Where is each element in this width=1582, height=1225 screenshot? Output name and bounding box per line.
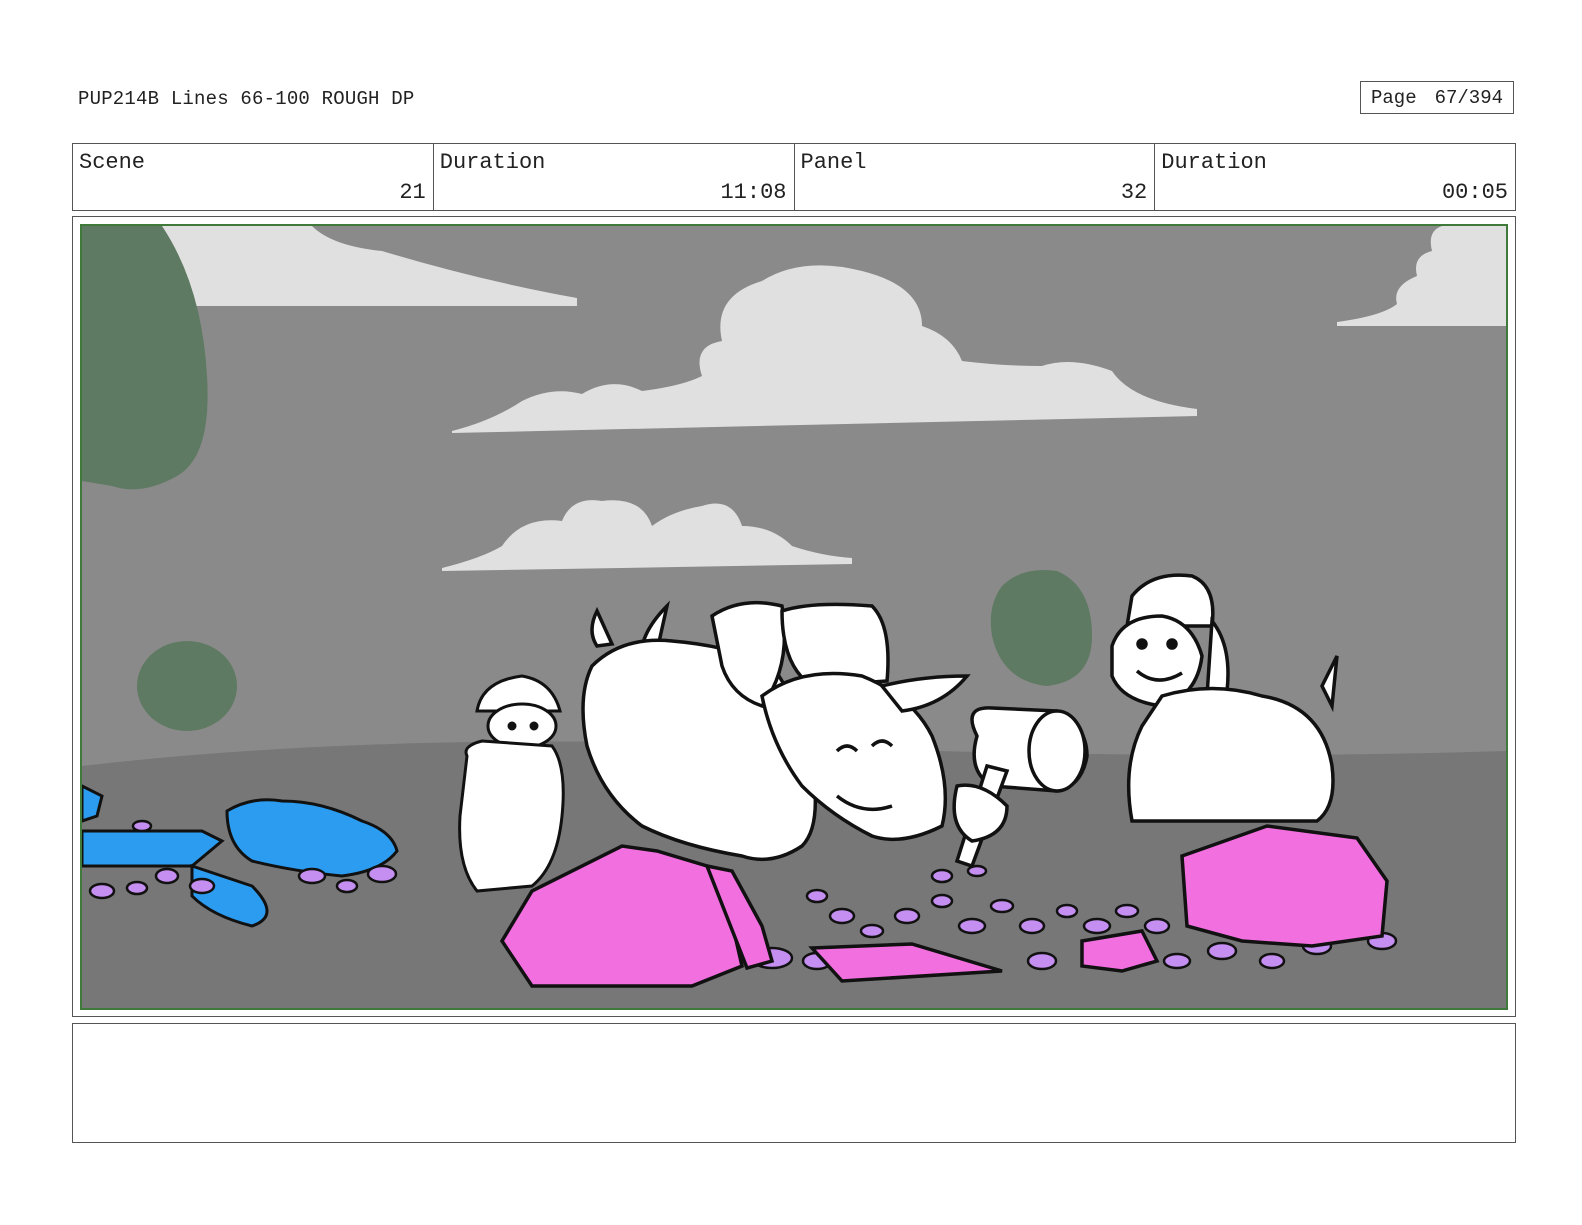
scene-duration-value: 11:08: [720, 180, 787, 205]
document-title: PUP214B Lines 66-100 ROUGH DP: [78, 88, 415, 110]
bush-left: [137, 641, 237, 731]
panel-duration-cell: Duration 00:05: [1155, 144, 1515, 210]
panel-info-row: Scene 21 Duration 11:08 Panel 32 Duratio…: [72, 143, 1516, 211]
panel-cell: Panel 32: [795, 144, 1156, 210]
scene-duration-cell: Duration 11:08: [434, 144, 795, 210]
scene-label: Scene: [79, 150, 146, 175]
panel-value: 32: [1120, 180, 1148, 205]
scene-duration-label: Duration: [439, 150, 546, 175]
storyboard-panel-image: [80, 224, 1508, 1010]
page-number: 67/394: [1434, 86, 1504, 109]
scene-value: 21: [399, 180, 426, 205]
panel-label: Panel: [800, 150, 867, 175]
panel-duration-value: 00:05: [1441, 180, 1508, 205]
panel-notes-box: [72, 1023, 1516, 1143]
panel-duration-label: Duration: [1161, 150, 1267, 175]
scene-cell: Scene 21: [73, 144, 434, 210]
page-label: Page: [1370, 86, 1417, 109]
page-indicator: Page 67/394: [1360, 81, 1514, 114]
